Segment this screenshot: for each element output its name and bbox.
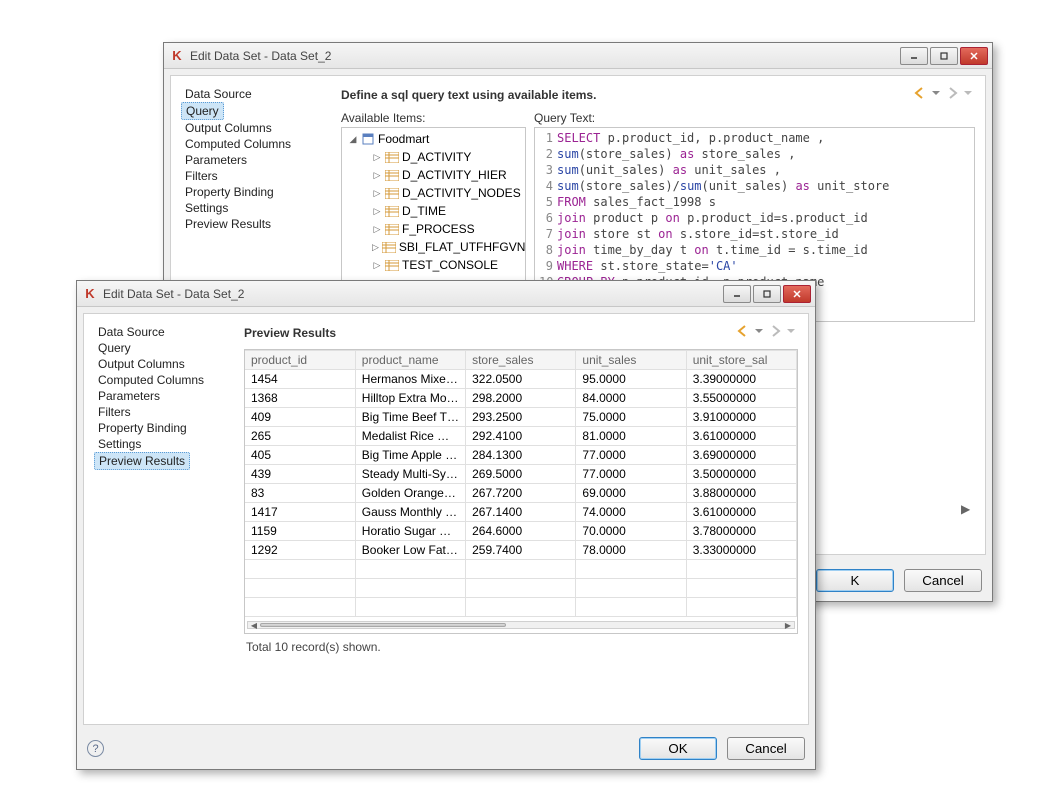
table-icon (385, 169, 399, 181)
dropdown-icon[interactable] (784, 324, 798, 341)
tree-root-label[interactable]: Foodmart (378, 132, 429, 146)
nav-item-preview-results[interactable]: Preview Results (94, 452, 190, 470)
tree-item[interactable]: ▷TEST_CONSOLE (344, 256, 523, 274)
status-text: Total 10 record(s) shown. (244, 634, 798, 656)
titlebar[interactable]: K Edit Data Set - Data Set_2 (164, 43, 992, 69)
scrollbar-thumb[interactable] (260, 623, 506, 627)
table-icon (385, 187, 399, 199)
table-icon (385, 151, 399, 163)
available-items-label: Available Items: (341, 111, 526, 125)
nav-item-parameters[interactable]: Parameters (94, 388, 234, 404)
window-title: Edit Data Set - Data Set_2 (103, 287, 723, 301)
cancel-button[interactable]: Cancel (904, 569, 982, 592)
table-row[interactable]: 265Medalist Rice Medly292.410081.00003.6… (245, 427, 797, 446)
column-header[interactable]: unit_store_sal (686, 351, 796, 370)
table-icon (385, 205, 399, 217)
table-row[interactable]: 1368Hilltop Extra Moist...298.200084.000… (245, 389, 797, 408)
expand-icon[interactable]: ▷ (372, 152, 382, 162)
query-text-label: Query Text: (534, 111, 975, 125)
tree-item[interactable]: ▷D_ACTIVITY_NODES (344, 184, 523, 202)
close-button[interactable] (783, 285, 811, 303)
page-heading: Preview Results (244, 326, 336, 340)
nav-item-query[interactable]: Query (181, 102, 224, 120)
page-heading: Define a sql query text using available … (341, 88, 596, 102)
datasource-icon (361, 133, 375, 145)
column-header[interactable]: product_name (355, 351, 465, 370)
expand-icon[interactable]: ▷ (372, 242, 379, 252)
nav-arrows (736, 324, 798, 341)
results-table[interactable]: product_idproduct_namestore_salesunit_sa… (244, 349, 798, 634)
nav-item-settings[interactable]: Settings (94, 436, 234, 452)
nav-item-output-columns[interactable]: Output Columns (94, 356, 234, 372)
scroll-right-icon[interactable]: ▶ (782, 622, 794, 628)
nav-item-computed-columns[interactable]: Computed Columns (94, 372, 234, 388)
tree-item[interactable]: ▷D_TIME (344, 202, 523, 220)
cancel-button[interactable]: Cancel (727, 737, 805, 760)
nav-item-computed-columns[interactable]: Computed Columns (181, 136, 331, 152)
table-row[interactable]: 1417Gauss Monthly Co...267.140074.00003.… (245, 503, 797, 522)
close-button[interactable] (960, 47, 988, 65)
maximize-button[interactable] (753, 285, 781, 303)
nav-list: Data SourceQueryOutput ColumnsComputed C… (94, 324, 234, 714)
ok-button[interactable]: K (816, 569, 894, 592)
window-title: Edit Data Set - Data Set_2 (190, 49, 900, 63)
expand-icon[interactable]: ▷ (372, 170, 382, 180)
titlebar[interactable]: K Edit Data Set - Data Set_2 (77, 281, 815, 307)
window-preview: K Edit Data Set - Data Set_2 Data Source… (76, 280, 816, 770)
table-row[interactable]: 405Big Time Apple Ci...284.130077.00003.… (245, 446, 797, 465)
nav-item-property-binding[interactable]: Property Binding (181, 184, 331, 200)
table-row[interactable]: 1292Booker Low Fat C...259.740078.00003.… (245, 541, 797, 560)
table-row[interactable]: 1159Horatio Sugar Co...264.600070.00003.… (245, 522, 797, 541)
nav-item-data-source[interactable]: Data Source (181, 86, 331, 102)
back-icon[interactable] (736, 324, 750, 341)
expand-icon[interactable]: ▷ (372, 188, 382, 198)
app-icon: K (83, 287, 97, 301)
minimize-button[interactable] (723, 285, 751, 303)
expand-icon[interactable]: ▷ (372, 260, 382, 270)
nav-item-query[interactable]: Query (94, 340, 234, 356)
tree-item[interactable]: ▷SBI_FLAT_UTFHFGVNY (344, 238, 523, 256)
expand-icon[interactable]: ▷ (372, 206, 382, 216)
nav-item-settings[interactable]: Settings (181, 200, 331, 216)
nav-item-data-source[interactable]: Data Source (94, 324, 234, 340)
nav-item-filters[interactable]: Filters (94, 404, 234, 420)
app-icon: K (170, 49, 184, 63)
expand-icon[interactable]: ▷ (372, 224, 382, 234)
scroll-right-icon[interactable]: ▶ (961, 502, 975, 516)
nav-arrows (913, 86, 975, 103)
help-icon[interactable]: ? (87, 740, 104, 757)
table-row[interactable]: 83Golden Orange Fo...267.720069.00003.88… (245, 484, 797, 503)
tree-item[interactable]: ▷F_PROCESS (344, 220, 523, 238)
minimize-button[interactable] (900, 47, 928, 65)
collapse-icon[interactable]: ◢ (348, 134, 358, 144)
table-row[interactable]: 409Big Time Beef TV ...293.250075.00003.… (245, 408, 797, 427)
back-icon[interactable] (913, 86, 927, 103)
column-header[interactable]: store_sales (466, 351, 576, 370)
tree-item[interactable]: ▷D_ACTIVITY_HIER (344, 166, 523, 184)
scroll-left-icon[interactable]: ◀ (248, 622, 260, 628)
nav-item-output-columns[interactable]: Output Columns (181, 120, 331, 136)
dropdown-icon[interactable] (961, 86, 975, 103)
table-icon (385, 259, 399, 271)
nav-item-filters[interactable]: Filters (181, 168, 331, 184)
table-icon (382, 241, 396, 253)
column-header[interactable]: product_id (245, 351, 355, 370)
ok-button[interactable]: OK (639, 737, 717, 760)
table-icon (385, 223, 399, 235)
table-row[interactable]: 1454Hermanos Mixed ...322.050095.00003.3… (245, 370, 797, 389)
nav-item-property-binding[interactable]: Property Binding (94, 420, 234, 436)
table-row[interactable]: 439Steady Multi-Sym...269.500077.00003.5… (245, 465, 797, 484)
nav-item-parameters[interactable]: Parameters (181, 152, 331, 168)
nav-item-preview-results[interactable]: Preview Results (181, 216, 331, 232)
horizontal-scrollbar[interactable]: ◀ ▶ (247, 621, 795, 629)
maximize-button[interactable] (930, 47, 958, 65)
tree-item[interactable]: ▷D_ACTIVITY (344, 148, 523, 166)
dropdown-icon[interactable] (929, 86, 943, 103)
forward-icon[interactable] (945, 86, 959, 103)
forward-icon[interactable] (768, 324, 782, 341)
column-header[interactable]: unit_sales (576, 351, 686, 370)
dropdown-icon[interactable] (752, 324, 766, 341)
